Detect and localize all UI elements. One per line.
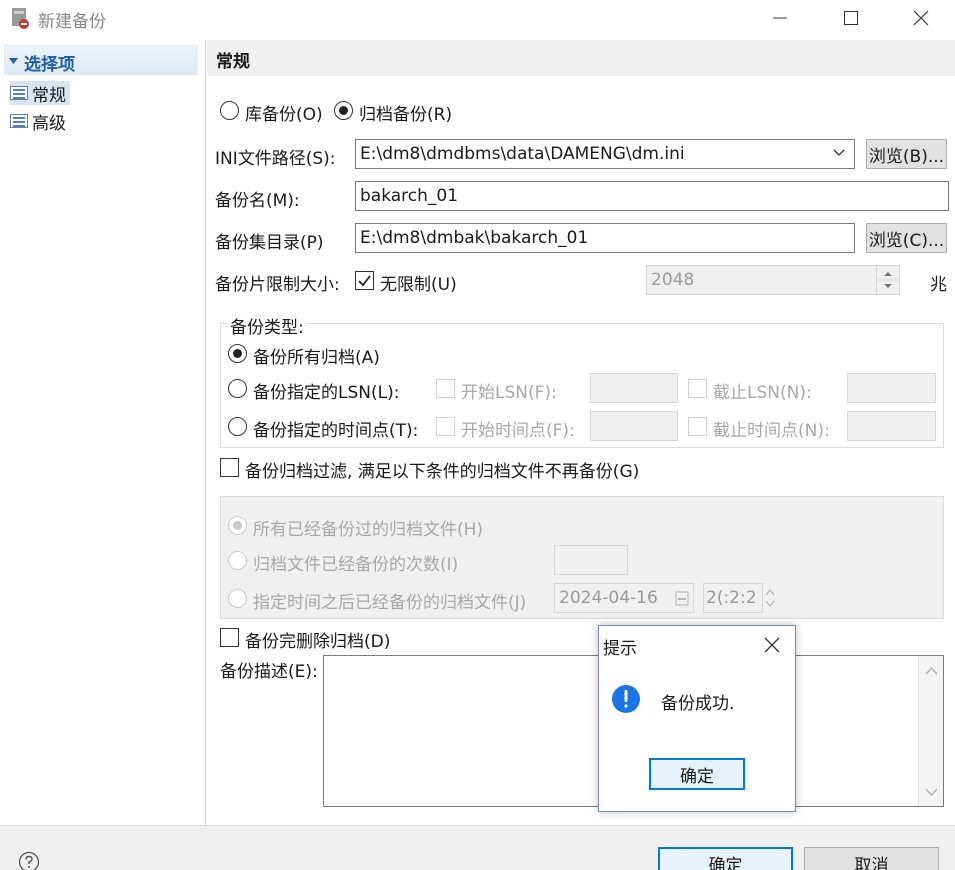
info-exclamation-icon: [612, 685, 640, 713]
filter-time-value: 2(:2:2: [706, 588, 757, 608]
filter-checkbox[interactable]: [220, 458, 239, 477]
radio-backup-lsn[interactable]: [228, 379, 247, 398]
dialog-ok-button[interactable]: 确定: [649, 758, 745, 790]
filter-date-value: 2024-04-16: [559, 588, 658, 608]
time-end-input[interactable]: [847, 411, 936, 441]
list-icon: [10, 86, 28, 100]
spinner-arrows[interactable]: [876, 266, 899, 294]
title-bar: [0, 0, 955, 38]
collapse-triangle-icon[interactable]: [9, 57, 19, 65]
dialog-message: 备份成功.: [661, 694, 735, 714]
maximize-icon: [844, 11, 858, 25]
radio-backup-all[interactable]: [228, 344, 247, 363]
ok-button[interactable]: 确定: [658, 847, 793, 870]
maximize-button[interactable]: [828, 4, 874, 32]
unlimited-label: 无限制(U): [380, 275, 457, 295]
radio-filter-all[interactable]: [228, 516, 247, 535]
backup-name-input[interactable]: bakarch_01: [355, 181, 949, 211]
sidebar: [0, 40, 206, 825]
lsn-end-input[interactable]: [847, 373, 936, 403]
description-scrollbar[interactable]: [918, 656, 943, 806]
ini-path-combo[interactable]: E:\dm8\dmdbms\data\DAMENG\dm.ini: [355, 139, 855, 169]
backup-time-label: 备份指定的时间点(T):: [253, 421, 419, 441]
lsn-start-input[interactable]: [590, 373, 678, 403]
filter-time-input[interactable]: 2(:2:2: [703, 583, 763, 613]
browse-dir-button[interactable]: 浏览(C)...: [866, 223, 947, 253]
piece-size-spinner[interactable]: 2048: [646, 265, 900, 295]
radio-filter-count[interactable]: [228, 551, 247, 570]
filter-count-label: 归档文件已经备份的次数(I): [253, 555, 459, 575]
time-start-checkbox[interactable]: [436, 417, 455, 436]
backup-lsn-label: 备份指定的LSN(L):: [253, 383, 400, 403]
cancel-button[interactable]: 取消: [804, 847, 939, 870]
radio-db-backup[interactable]: [220, 101, 239, 120]
close-button[interactable]: [898, 4, 944, 32]
unlimited-checkbox[interactable]: [355, 271, 374, 290]
window-title: 新建备份: [38, 12, 106, 32]
sidebar-item-label: 高级: [32, 113, 66, 134]
radio-archive-backup[interactable]: [334, 101, 353, 120]
backup-all-label: 备份所有归档(A): [253, 348, 380, 368]
list-icon: [10, 114, 28, 128]
sidebar-header-label: 选择项: [24, 55, 75, 75]
chevron-down-icon[interactable]: [833, 148, 845, 158]
filter-count-input[interactable]: [554, 545, 628, 575]
description-label: 备份描述(E):: [220, 662, 318, 682]
spin-up-down-icon: [877, 272, 899, 288]
filter-all-label: 所有已经备份过的归档文件(H): [253, 520, 484, 540]
time-start-label: 开始时间点(F):: [461, 421, 575, 441]
lsn-start-label: 开始LSN(F):: [461, 383, 557, 403]
time-start-input[interactable]: [590, 411, 678, 441]
dialog-title: 提示: [603, 639, 637, 659]
sidebar-item-label: 常规: [32, 85, 66, 106]
close-icon: [764, 637, 780, 653]
piece-limit-label: 备份片限制大小:: [215, 275, 340, 295]
lsn-end-checkbox[interactable]: [688, 379, 707, 398]
piece-size-value: 2048: [651, 270, 695, 290]
radio-backup-time[interactable]: [228, 417, 247, 436]
sidebar-item-advanced[interactable]: 高级: [10, 109, 70, 134]
ini-path-value: E:\dm8\dmdbms\data\DAMENG\dm.ini: [360, 144, 685, 164]
radio-filter-after[interactable]: [228, 589, 247, 608]
sidebar-item-general[interactable]: 常规: [10, 81, 70, 106]
ini-path-label: INI文件路径(S):: [215, 149, 336, 169]
check-icon: [358, 275, 371, 287]
delete-after-label: 备份完删除归档(D): [245, 632, 391, 652]
backup-dir-label: 备份集目录(P): [215, 233, 324, 253]
minimize-icon: [773, 17, 787, 19]
backup-type-legend: 备份类型:: [228, 313, 306, 338]
calendar-icon[interactable]: [675, 590, 689, 606]
piece-size-unit: 兆: [930, 275, 947, 295]
radio-archive-backup-label: 归档备份(R): [359, 105, 453, 125]
time-end-label: 截止时间点(N):: [713, 421, 830, 441]
scroll-arrows-icon: [925, 666, 938, 797]
filter-after-label: 指定时间之后已经备份的归档文件(J): [253, 593, 527, 613]
radio-db-backup-label: 库备份(O): [245, 105, 323, 125]
minimize-button[interactable]: [757, 4, 803, 32]
delete-after-checkbox[interactable]: [220, 628, 239, 647]
backup-dir-value: E:\dm8\dmbak\bakarch_01: [360, 228, 589, 248]
time-end-checkbox[interactable]: [688, 417, 707, 436]
filter-date-input[interactable]: 2024-04-16: [554, 583, 694, 613]
spin-up-down-icon[interactable]: [764, 586, 776, 610]
dialog-close-button[interactable]: [757, 632, 787, 658]
lsn-end-label: 截止LSN(N):: [713, 383, 812, 403]
filter-label: 备份归档过滤, 满足以下条件的归档文件不再备份(G): [245, 462, 640, 482]
lsn-start-checkbox[interactable]: [436, 379, 455, 398]
backup-name-label: 备份名(M):: [215, 191, 300, 211]
browse-ini-button[interactable]: 浏览(B)...: [866, 139, 947, 169]
section-title: 常规: [216, 52, 250, 72]
section-header: [207, 40, 955, 76]
close-icon: [913, 10, 929, 26]
message-dialog: 提示 备份成功. 确定: [598, 625, 796, 812]
backup-db-icon: [12, 8, 29, 29]
backup-name-value: bakarch_01: [360, 186, 459, 206]
backup-dir-input[interactable]: E:\dm8\dmbak\bakarch_01: [355, 223, 855, 253]
help-icon[interactable]: [18, 851, 40, 870]
